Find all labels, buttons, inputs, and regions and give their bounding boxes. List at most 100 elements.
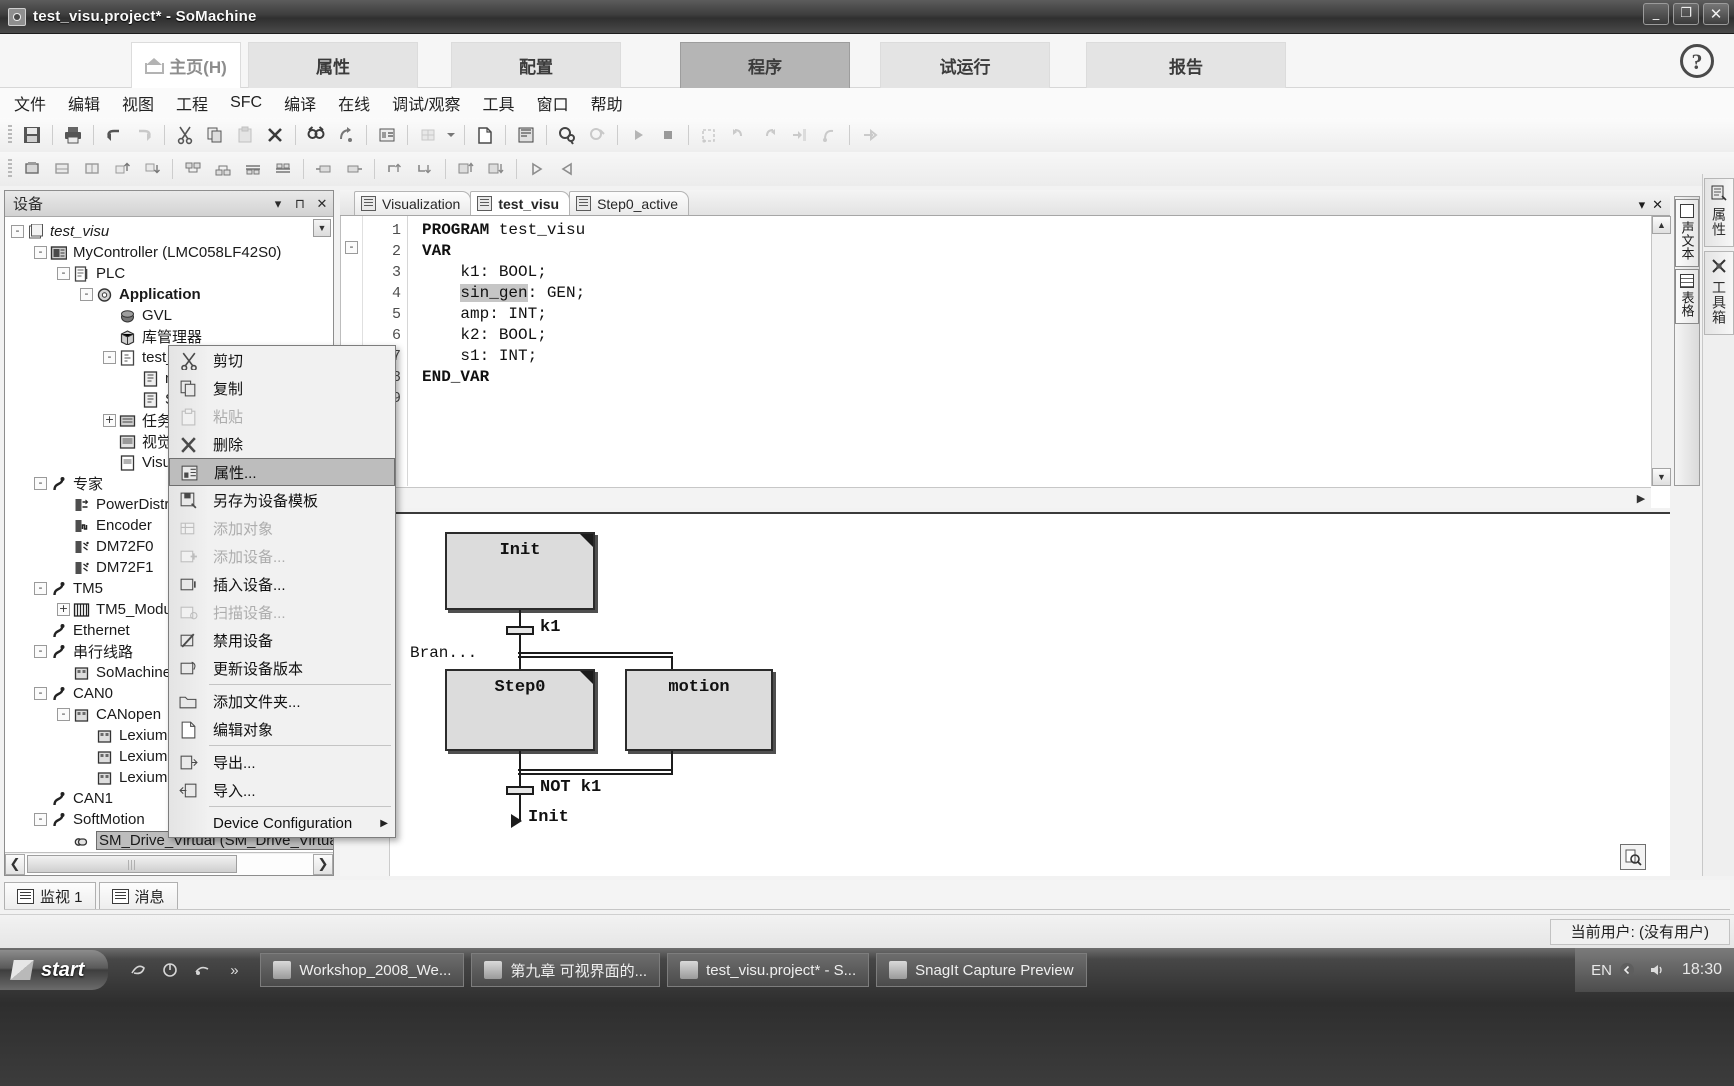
declaration-text-tab[interactable]: 声文本: [1675, 199, 1699, 267]
hscroll-right-button[interactable]: ❯: [313, 853, 333, 875]
cut-icon[interactable]: [171, 122, 199, 148]
print-icon[interactable]: [59, 122, 87, 148]
close-button[interactable]: ✕: [1703, 3, 1729, 25]
find-icon[interactable]: [302, 122, 330, 148]
menu-online[interactable]: 在线: [338, 91, 370, 115]
fold-marker[interactable]: -: [345, 241, 358, 254]
sfc-parallel-icon[interactable]: [239, 156, 267, 182]
context-menu-item-导出[interactable]: 导出...: [169, 748, 395, 776]
sfc-branch-icon[interactable]: [179, 156, 207, 182]
sfc-macro-up-icon[interactable]: [452, 156, 480, 182]
ie-icon[interactable]: [127, 959, 149, 981]
collapse-toggle-icon[interactable]: -: [34, 582, 47, 595]
properties-icon[interactable]: [373, 122, 401, 148]
toolbar-grip[interactable]: [8, 125, 12, 145]
expand-toggle-icon[interactable]: +: [103, 414, 116, 427]
hscroll-thumb[interactable]: [27, 854, 237, 873]
start-button[interactable]: start: [0, 950, 109, 990]
pin-icon[interactable]: ⊓: [289, 196, 311, 212]
sfc-toolbar-grip[interactable]: [8, 159, 12, 179]
desktop-icon[interactable]: [191, 959, 213, 981]
collapse-toggle-icon[interactable]: -: [80, 288, 93, 301]
close-icon[interactable]: ✕: [311, 196, 333, 212]
device-tree-item-[interactable]: 库管理器: [5, 326, 333, 347]
table-view-tab[interactable]: 表格: [1675, 269, 1699, 324]
login-icon[interactable]: [553, 122, 581, 148]
maximize-button[interactable]: ❐: [1673, 3, 1699, 25]
sfc-branch2-icon[interactable]: [209, 156, 237, 182]
collapse-toggle-icon[interactable]: -: [57, 267, 70, 280]
sfc-jump-icon[interactable]: [523, 156, 551, 182]
ribbon-tab-program[interactable]: 程序: [680, 42, 850, 88]
context-menu-item-禁用设备[interactable]: 禁用设备: [169, 626, 395, 654]
context-menu-item-插入设备[interactable]: 插入设备...: [169, 570, 395, 598]
code-text[interactable]: PROGRAM test_visu VAR k1: BOOL; sin_gen: …: [407, 216, 1670, 486]
sfc-transition-k1[interactable]: [506, 626, 534, 635]
context-menu-item-添加文件夹[interactable]: 添加文件夹...: [169, 687, 395, 715]
menu-help[interactable]: 帮助: [591, 91, 623, 115]
sfc-step-step0[interactable]: Step0: [445, 669, 595, 751]
context-menu-item-更新设备版本[interactable]: 更新设备版本: [169, 654, 395, 682]
sfc-macro-down-icon[interactable]: [482, 156, 510, 182]
sfc-action-left-icon[interactable]: [310, 156, 338, 182]
copy-icon[interactable]: [201, 122, 229, 148]
sfc-transition-not-k1[interactable]: [506, 786, 534, 795]
code-area[interactable]: - 123456789 PROGRAM test_visu VAR k1: BOO…: [340, 216, 1670, 486]
messages-tab[interactable]: 消息: [98, 882, 178, 909]
save-icon[interactable]: [18, 122, 46, 148]
expand-toggle-icon[interactable]: +: [57, 603, 70, 616]
editor-scroll-down-button[interactable]: ▼: [1652, 468, 1671, 486]
collapse-toggle-icon[interactable]: -: [34, 813, 47, 826]
zoom-icon[interactable]: [1620, 844, 1646, 870]
undo-icon[interactable]: [100, 122, 128, 148]
context-menu-item-复制[interactable]: 复制: [169, 374, 395, 402]
sfc-canvas[interactable]: Init k1 Bran... Step0 motion NOT k1 Init: [390, 514, 1652, 876]
collapse-toggle-icon[interactable]: -: [34, 477, 47, 490]
editor-tab-visualization[interactable]: Visualization: [354, 191, 472, 215]
context-menu-item-编辑对象[interactable]: 编辑对象: [169, 715, 395, 743]
collapse-toggle-icon[interactable]: -: [34, 687, 47, 700]
context-menu-item-导入[interactable]: 导入...: [169, 776, 395, 804]
device-tree-item-mycontroller-lmc058lf42s0[interactable]: - MyController (LMC058LF42S0): [5, 242, 333, 263]
refactor-icon[interactable]: [332, 122, 360, 148]
collapse-toggle-icon[interactable]: -: [103, 351, 116, 364]
editor-tab-close-icon[interactable]: ✕: [1652, 197, 1670, 215]
menu-sfc[interactable]: SFC: [230, 94, 262, 112]
task-button-somachine[interactable]: test_visu.project* - S...: [667, 953, 870, 987]
ribbon-tab-home[interactable]: 主页(H): [131, 42, 241, 88]
sfc-up-icon[interactable]: [108, 156, 136, 182]
context-menu-item-删除[interactable]: 删除: [169, 430, 395, 458]
sfc-step2-icon[interactable]: [48, 156, 76, 182]
collapse-toggle-icon[interactable]: -: [34, 645, 47, 658]
toolbox-panel-tab[interactable]: 工具箱: [1704, 251, 1734, 335]
menu-project[interactable]: 工程: [176, 91, 208, 115]
help-icon[interactable]: ?: [1680, 44, 1714, 78]
editor-tab-dropdown-icon[interactable]: ▾: [1639, 197, 1653, 215]
editor-tab-step0-active[interactable]: Step0_active: [569, 191, 690, 215]
tree-scroll-up-button[interactable]: ▼: [313, 219, 331, 237]
context-menu-item-属性[interactable]: 属性...: [169, 458, 395, 486]
build-icon[interactable]: [512, 122, 540, 148]
chevron-down-icon[interactable]: [444, 122, 458, 148]
collapse-toggle-icon[interactable]: -: [57, 708, 70, 721]
context-menu[interactable]: 剪切 复制 粘贴 删除 属性... 另存为设备模板 添加对象 添加设备... 插入设备... 扫描…: [168, 345, 396, 838]
show-hidden-icon[interactable]: [1619, 962, 1635, 978]
chevron-down-icon[interactable]: ▾: [267, 196, 289, 212]
hscroll-track[interactable]: [25, 853, 313, 875]
editor-hscroll-right-button[interactable]: ▶: [1633, 490, 1649, 507]
device-tree-hscrollbar[interactable]: ❮ ❯: [5, 852, 333, 875]
menu-window[interactable]: 窗口: [537, 91, 569, 115]
collapse-toggle-icon[interactable]: -: [34, 246, 47, 259]
menu-debug[interactable]: 调试/观察: [392, 91, 460, 115]
context-menu-item-Device Configuration[interactable]: Device Configuration ▶: [169, 809, 395, 837]
task-button-workshop[interactable]: Workshop_2008_We...: [260, 953, 465, 987]
editor-horizontal-scrollbar[interactable]: ▶: [340, 487, 1651, 508]
sfc-down-icon[interactable]: [138, 156, 166, 182]
quick-launch-more-icon[interactable]: »: [223, 959, 245, 981]
ribbon-tab-commissioning[interactable]: 试运行: [880, 42, 1050, 88]
device-tree-item-test-visu[interactable]: - test_visu: [5, 221, 333, 242]
volume-icon[interactable]: [1649, 962, 1667, 978]
sfc-step-motion[interactable]: motion: [625, 669, 773, 751]
context-menu-item-剪切[interactable]: 剪切: [169, 346, 395, 374]
device-tree-item-plc[interactable]: - PLC: [5, 263, 333, 284]
